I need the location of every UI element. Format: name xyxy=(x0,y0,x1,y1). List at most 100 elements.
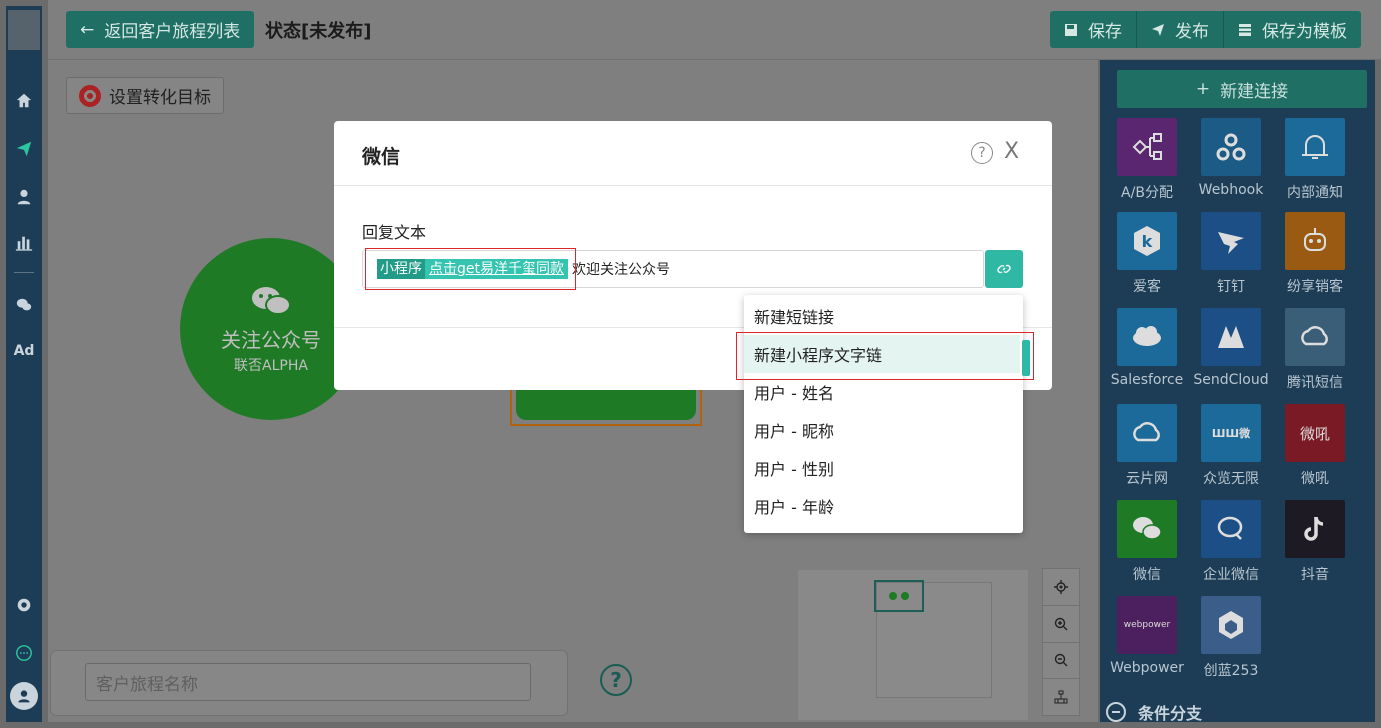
tile-yunpian[interactable]: 云片网 xyxy=(1105,404,1189,488)
user-icon[interactable] xyxy=(6,182,42,212)
help-icon[interactable]: ? xyxy=(600,664,632,696)
tile-label: Salesforce xyxy=(1110,372,1184,388)
tile-ab-split[interactable]: A/B分配 xyxy=(1105,118,1189,202)
tile-fxiaoke[interactable]: 纷享销客 xyxy=(1273,212,1357,296)
tile-douyin[interactable]: 抖音 xyxy=(1273,500,1357,584)
dialog-title: 微信 xyxy=(362,146,401,168)
save-template-label: 保存为模板 xyxy=(1262,22,1347,42)
status-title: 状态[未发布] xyxy=(265,21,372,42)
top-bar: ← 返回客户旅程列表 状态[未发布] 保存 发布 保存为模板 xyxy=(48,0,1381,60)
sendcloud-icon xyxy=(1201,308,1261,366)
k-hexagon-icon: k xyxy=(1117,212,1177,270)
minimap[interactable] xyxy=(798,570,1028,720)
wechat-icon xyxy=(252,286,291,315)
tile-label: Webhook xyxy=(1198,182,1264,198)
gear-icon[interactable] xyxy=(6,590,42,620)
tile-salesforce[interactable]: Salesforce xyxy=(1105,308,1189,388)
set-conversion-goal-button[interactable]: 设置转化目标 xyxy=(66,77,224,114)
reply-text-value: 欢迎关注公众号 xyxy=(572,262,670,278)
cloud-icon xyxy=(1117,308,1177,366)
publish-button[interactable]: 发布 xyxy=(1137,11,1224,48)
journey-name-input[interactable]: 客户旅程名称 xyxy=(85,663,531,701)
avatar[interactable] xyxy=(10,682,38,710)
zoom-controls xyxy=(1042,568,1080,716)
minimap-viewport[interactable] xyxy=(874,580,924,612)
tile-sendcloud[interactable]: SendCloud xyxy=(1189,308,1273,388)
new-connection-button[interactable]: + 新建连接 xyxy=(1117,70,1367,108)
org-chart-icon[interactable] xyxy=(1043,679,1079,715)
robot-icon xyxy=(1285,212,1345,270)
left-nav: Ad xyxy=(6,6,42,722)
tile-webhook[interactable]: Webhook xyxy=(1189,118,1273,198)
tile-vhall[interactable]: 微吼 微吼 xyxy=(1273,404,1357,488)
tile-label: 爱客 xyxy=(1133,279,1161,295)
tile-wechat[interactable]: 微信 xyxy=(1105,500,1189,584)
menu-item-user-gender[interactable]: 用户 - 性别 xyxy=(744,449,1023,487)
node-subtitle: 联否ALPHA xyxy=(234,357,308,374)
condition-branch-section[interactable]: 条件分支 xyxy=(1106,700,1202,722)
tile-label: 微信 xyxy=(1133,567,1161,583)
tile-label: 云片网 xyxy=(1126,471,1168,487)
home-icon[interactable] xyxy=(6,86,42,116)
tile-label: SendCloud xyxy=(1193,372,1269,388)
tile-tencent-sms[interactable]: 腾讯短信 xyxy=(1273,308,1357,392)
back-to-journey-list-button[interactable]: ← 返回客户旅程列表 xyxy=(66,11,255,48)
collapse-icon xyxy=(1106,702,1126,722)
zoom-out-icon[interactable] xyxy=(1043,643,1079,680)
webpower-icon: webpower xyxy=(1117,596,1177,654)
tile-zhonglan[interactable]: ШШ微 众览无限 xyxy=(1189,404,1273,488)
tile-internal-notify[interactable]: 内部通知 xyxy=(1273,118,1357,202)
tile-label: 抖音 xyxy=(1301,567,1329,583)
tile-aike[interactable]: k 爱客 xyxy=(1105,212,1189,296)
tile-label: A/B分配 xyxy=(1121,185,1173,201)
back-button-label: 返回客户旅程列表 xyxy=(104,22,241,42)
menu-item-user-age[interactable]: 用户 - 年龄 xyxy=(744,487,1023,525)
nav-divider xyxy=(14,272,34,273)
insert-dropdown-menu: 新建短链接 新建小程序文字链 用户 - 姓名 用户 - 昵称 用户 - 性别 用… xyxy=(744,295,1023,533)
tile-dingtalk[interactable]: 钉钉 xyxy=(1189,212,1273,296)
ad-nav-item[interactable]: Ad xyxy=(6,336,42,366)
highlight-box xyxy=(365,248,576,290)
save-as-template-button[interactable]: 保存为模板 xyxy=(1224,11,1361,48)
weiwei-icon: ШШ微 xyxy=(1201,404,1261,462)
template-icon xyxy=(1239,23,1251,36)
tile-chuanglan[interactable]: 创蓝253 xyxy=(1189,596,1273,680)
tile-label: 腾讯短信 xyxy=(1287,375,1343,391)
menu-item-new-short-link[interactable]: 新建短链接 xyxy=(744,297,1023,335)
toolbar-actions: 保存 发布 保存为模板 xyxy=(1050,11,1361,48)
tile-label: 众览无限 xyxy=(1203,471,1259,487)
dialog-header: 微信 ? X xyxy=(334,121,1052,186)
ab-split-icon xyxy=(1117,118,1177,176)
save-button[interactable]: 保存 xyxy=(1050,11,1137,48)
target-icon xyxy=(79,84,101,107)
vhall-icon: 微吼 xyxy=(1285,404,1345,462)
logo xyxy=(8,10,40,50)
tile-label: 纷享销客 xyxy=(1287,279,1343,295)
bar-chart-icon[interactable] xyxy=(6,228,42,258)
journey-name-panel: 客户旅程名称 xyxy=(50,650,568,716)
save-label: 保存 xyxy=(1088,22,1122,42)
floppy-icon xyxy=(1065,23,1077,36)
insert-link-button[interactable] xyxy=(985,250,1023,288)
chat-bubble-icon[interactable] xyxy=(6,638,42,668)
tile-wecom[interactable]: 企业微信 xyxy=(1189,500,1273,584)
zoom-in-icon[interactable] xyxy=(1043,606,1079,643)
tile-label: Webpower xyxy=(1110,660,1184,676)
send-icon[interactable] xyxy=(6,134,42,164)
tile-label: 微吼 xyxy=(1301,471,1329,487)
webhook-icon xyxy=(1201,118,1261,176)
tile-webpower[interactable]: webpower Webpower xyxy=(1105,596,1189,676)
wechat-icon[interactable] xyxy=(6,290,42,320)
menu-item-user-nickname[interactable]: 用户 - 昵称 xyxy=(744,411,1023,449)
plus-icon: + xyxy=(1195,79,1211,99)
link-icon xyxy=(997,264,1011,274)
wechat-icon xyxy=(1117,500,1177,558)
condition-branch-label: 条件分支 xyxy=(1138,704,1203,722)
help-icon[interactable]: ? xyxy=(971,142,993,164)
connectors-panel: + 新建连接 A/B分配 Webhook 内部通知 k 爱客 钉钉 纷享销客 S… xyxy=(1100,60,1375,722)
tencent-cloud-icon xyxy=(1285,308,1345,366)
locate-icon[interactable] xyxy=(1043,569,1079,606)
close-icon[interactable]: X xyxy=(1004,139,1019,164)
arrow-left-icon: ← xyxy=(80,19,95,40)
send-icon xyxy=(1152,23,1164,36)
